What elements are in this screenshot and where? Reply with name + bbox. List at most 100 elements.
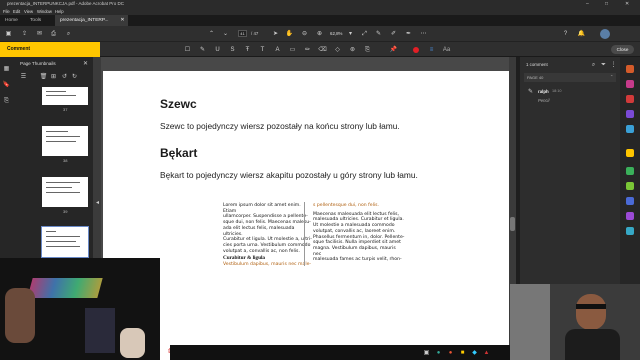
taskbar-app-icon[interactable]: ●	[447, 349, 454, 356]
taskbar-app-icon[interactable]: ●	[435, 349, 442, 356]
filter-icon[interactable]: ⏷	[600, 61, 607, 68]
rotate-right-icon[interactable]: ↻	[71, 73, 78, 80]
send-review-icon[interactable]	[626, 197, 634, 205]
close-panel-icon[interactable]: ✕	[82, 60, 89, 67]
highlight-icon[interactable]: ✐	[390, 30, 397, 37]
line-width-icon[interactable]: ≡	[428, 46, 435, 53]
insert-text-icon[interactable]: T	[259, 46, 266, 53]
tab-close-icon[interactable]: ✕	[120, 15, 124, 26]
eraser-icon[interactable]: ⌫	[318, 46, 326, 53]
compare-icon[interactable]	[626, 227, 634, 235]
thumb-options-icon[interactable]: ☰	[20, 73, 27, 80]
help-icon[interactable]: ?	[562, 30, 569, 37]
page-thumbnail[interactable]	[42, 126, 88, 156]
upload-icon[interactable]: ⇪	[21, 30, 28, 37]
widow-line-highlight: Vestibulum dapibus, mauris nec male-	[223, 262, 312, 268]
select-cursor-icon[interactable]: ➤	[272, 30, 279, 37]
protect-icon[interactable]	[626, 125, 634, 133]
page-thumbnail[interactable]	[42, 177, 88, 207]
hand-tool-icon[interactable]: ✋	[286, 30, 293, 37]
main-toolbar: ▣ ⇪ ✉ ⎙ ⌕ ⌃ ⌄ 41 / 47 ➤ ✋ ⊖ ⊕ 62,8% ▾ ⤢ …	[0, 26, 640, 42]
collapse-icon[interactable]: ⌃	[610, 74, 613, 79]
more-tools-icon[interactable]: ⋯	[420, 30, 427, 37]
add-text-icon[interactable]: A	[274, 46, 281, 53]
page-group-header[interactable]: PAGE 40 ⌃	[524, 73, 616, 82]
highlight-text-icon[interactable]: ✎	[199, 46, 206, 53]
bookmark-icon[interactable]: 🔖	[3, 81, 10, 88]
avatar[interactable]	[600, 29, 610, 39]
person-body	[565, 329, 620, 360]
maximize-button[interactable]: □	[605, 0, 608, 8]
font-icon[interactable]: Aa	[443, 46, 450, 53]
pdf-page[interactable]: Szewc Szewc to pojedynczy wiersz pozosta…	[103, 71, 509, 360]
attachment-icon[interactable]: ⎘	[3, 97, 10, 104]
delete-page-icon[interactable]: 🗑	[40, 73, 48, 80]
zoom-out-icon[interactable]: ⊖	[301, 30, 308, 37]
print-icon[interactable]: ⎙	[50, 30, 57, 37]
page-thumbnails-icon[interactable]: ▦	[3, 65, 10, 72]
textbox-icon[interactable]: ▭	[289, 46, 296, 53]
taskbar-app-icon[interactable]: ▲	[483, 349, 490, 356]
text-line: ada elit lectus felis, malesuada ultrici…	[223, 225, 295, 237]
pin-icon[interactable]: 📌	[390, 46, 397, 53]
replace-text-icon[interactable]: Ŧ	[244, 46, 251, 53]
more-options-icon[interactable]: ⋮	[610, 61, 617, 68]
comment-type: Pencil	[538, 98, 550, 103]
rotate-left-icon[interactable]: ↺	[61, 73, 68, 80]
zoom-dropdown-icon[interactable]: ▾	[347, 30, 354, 37]
menu-window[interactable]: Window	[37, 8, 52, 15]
menu-file[interactable]: File	[3, 8, 10, 15]
comment-item[interactable]: ✎ ralph 18:10 Pencil	[524, 85, 616, 111]
menu-help[interactable]: Help	[55, 8, 64, 15]
menu-edit[interactable]: Edit	[13, 8, 20, 15]
sign-icon[interactable]: ✒	[405, 30, 412, 37]
page-thumbnail-selected[interactable]	[41, 226, 89, 258]
pencil-icon[interactable]: ✏	[304, 46, 311, 53]
tab-tools[interactable]: Tools	[25, 15, 46, 26]
scan-icon[interactable]	[626, 182, 634, 190]
strikethrough-icon[interactable]: S	[229, 46, 236, 53]
redact-icon[interactable]	[626, 212, 634, 220]
taskbar-app-icon[interactable]: ◆	[471, 349, 478, 356]
page-thumbnail[interactable]	[42, 87, 88, 105]
tab-document[interactable]: prezentacja_INTERP... ✕	[55, 15, 129, 26]
email-icon[interactable]: ✉	[36, 30, 43, 37]
bell-icon[interactable]: 🔔	[578, 30, 585, 37]
annotate-icon[interactable]: ✎	[375, 30, 382, 37]
stamp-icon[interactable]: ⊛	[349, 46, 356, 53]
zoom-in-icon[interactable]: ⊕	[316, 30, 323, 37]
prev-page-icon[interactable]: ⌃	[208, 30, 215, 37]
sticky-note-icon[interactable]: ☐	[184, 46, 191, 53]
tab-home[interactable]: Home	[0, 15, 23, 26]
next-page-icon[interactable]: ⌄	[222, 30, 229, 37]
attach-icon[interactable]: ⎘	[364, 46, 371, 53]
organize-pages-icon[interactable]	[626, 110, 634, 118]
save-icon[interactable]: ▣	[5, 30, 12, 37]
paragraph-szewc: Szewc to pojedynczy wiersz pozostały na …	[160, 121, 400, 131]
glasses	[576, 304, 606, 309]
menu-view[interactable]: View	[24, 8, 33, 15]
pencil-comment-icon: ✎	[527, 88, 534, 95]
taskbar-app-icon[interactable]: ■	[459, 349, 466, 356]
minimize-button[interactable]: –	[586, 0, 589, 8]
search-icon[interactable]: ⌕	[65, 30, 72, 37]
comment-tool-icon[interactable]	[626, 149, 634, 157]
page-number-input[interactable]: 41	[238, 30, 247, 37]
create-pdf-icon[interactable]	[626, 80, 634, 88]
color-picker-icon[interactable]	[413, 47, 419, 53]
thumbnails-header: Page Thumbnails	[20, 61, 56, 66]
close-window-button[interactable]: ✕	[625, 0, 629, 8]
taskbar-app-icon[interactable]: ▣	[423, 349, 430, 356]
zoom-level[interactable]: 62,8%	[330, 31, 342, 36]
shapes-icon[interactable]: ◇	[334, 46, 341, 53]
edit-pdf-icon[interactable]	[626, 95, 634, 103]
export-pdf-icon[interactable]	[626, 65, 634, 73]
scrollbar-thumb[interactable]	[510, 217, 515, 231]
insert-page-icon[interactable]: ⊞	[50, 73, 57, 80]
search-comments-icon[interactable]: ⌕	[590, 61, 597, 68]
comment-time: 18:10	[552, 89, 562, 93]
fit-page-icon[interactable]: ⤢	[361, 30, 368, 37]
underline-icon[interactable]: U	[214, 46, 221, 53]
close-tool-button[interactable]: Close	[611, 45, 634, 54]
fill-sign-icon[interactable]	[626, 167, 634, 175]
